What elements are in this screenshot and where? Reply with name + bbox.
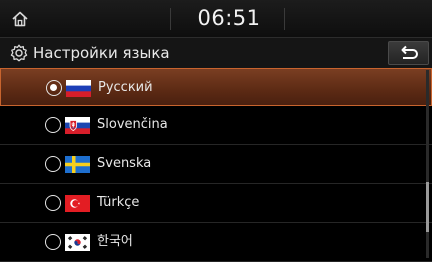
language-label: Svenska: [97, 156, 152, 171]
title-bar: Настройки языка: [0, 38, 432, 68]
radio-button[interactable]: [46, 80, 62, 96]
divider: [170, 8, 171, 30]
gear-icon: [10, 44, 28, 62]
language-label: Русский: [98, 80, 153, 95]
language-label: 한국어: [97, 234, 133, 249]
home-icon: [12, 11, 28, 26]
home-button[interactable]: [0, 0, 40, 37]
russia-flag-icon: [66, 80, 91, 97]
scrollbar-thumb[interactable]: [426, 182, 429, 232]
radio-button[interactable]: [45, 156, 61, 172]
slovakia-flag-icon: [65, 117, 90, 134]
language-item-turkish[interactable]: Türkçe: [0, 184, 432, 223]
turkey-flag-icon: [65, 195, 90, 212]
radio-button[interactable]: [45, 195, 61, 211]
back-button[interactable]: [388, 41, 429, 65]
page-title: Настройки языка: [33, 44, 170, 62]
radio-button[interactable]: [45, 234, 61, 250]
scrollbar[interactable]: [426, 70, 429, 258]
clock: 06:51: [197, 6, 261, 30]
sweden-flag-icon: [65, 156, 90, 173]
language-list: Русский Slovenčina Svenska Türkçe 한국어: [0, 68, 432, 262]
radio-button[interactable]: [45, 117, 61, 133]
status-bar: 06:51: [0, 0, 432, 38]
language-label: Slovenčina: [97, 117, 168, 132]
language-label: Türkçe: [97, 195, 140, 210]
korea-flag-icon: [65, 234, 90, 251]
back-arrow-icon: [401, 45, 418, 59]
language-item-russian[interactable]: Русский: [0, 68, 432, 106]
divider: [284, 8, 285, 30]
language-item-korean[interactable]: 한국어: [0, 223, 432, 262]
language-item-swedish[interactable]: Svenska: [0, 145, 432, 184]
language-item-slovak[interactable]: Slovenčina: [0, 106, 432, 145]
